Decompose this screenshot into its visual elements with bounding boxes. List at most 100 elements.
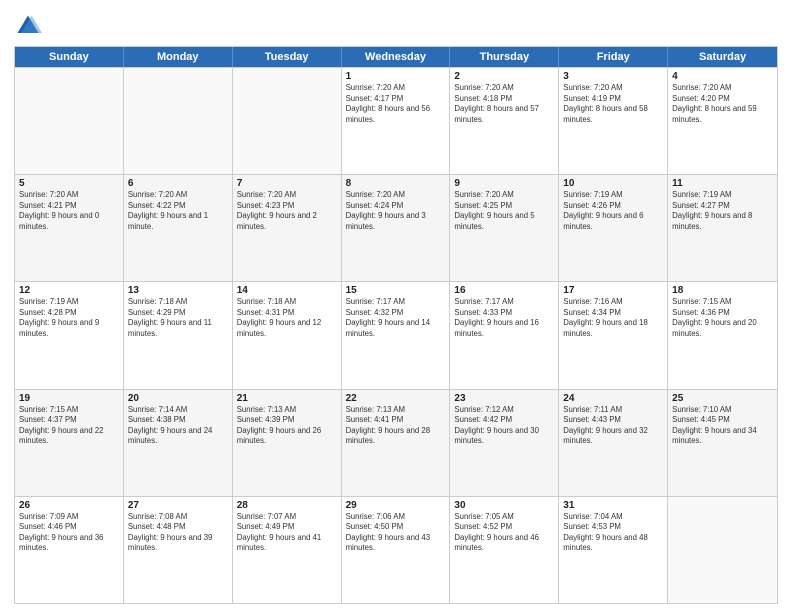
day-number: 30 — [454, 500, 554, 511]
day-header-sunday: Sunday — [15, 47, 124, 67]
day-header-saturday: Saturday — [668, 47, 777, 67]
cal-cell-day-1: 1Sunrise: 7:20 AM Sunset: 4:17 PM Daylig… — [342, 68, 451, 174]
cell-info: Sunrise: 7:19 AM Sunset: 4:26 PM Dayligh… — [563, 190, 663, 232]
cell-info: Sunrise: 7:14 AM Sunset: 4:38 PM Dayligh… — [128, 405, 228, 447]
cell-info: Sunrise: 7:20 AM Sunset: 4:20 PM Dayligh… — [672, 83, 773, 125]
day-header-monday: Monday — [124, 47, 233, 67]
cell-info: Sunrise: 7:13 AM Sunset: 4:39 PM Dayligh… — [237, 405, 337, 447]
day-number: 15 — [346, 285, 446, 296]
cal-cell-day-26: 26Sunrise: 7:09 AM Sunset: 4:46 PM Dayli… — [15, 497, 124, 603]
cell-info: Sunrise: 7:20 AM Sunset: 4:22 PM Dayligh… — [128, 190, 228, 232]
cell-info: Sunrise: 7:19 AM Sunset: 4:28 PM Dayligh… — [19, 297, 119, 339]
day-number: 25 — [672, 393, 773, 404]
cal-cell-day-25: 25Sunrise: 7:10 AM Sunset: 4:45 PM Dayli… — [668, 390, 777, 496]
cal-cell-empty — [233, 68, 342, 174]
cell-info: Sunrise: 7:20 AM Sunset: 4:17 PM Dayligh… — [346, 83, 446, 125]
cell-info: Sunrise: 7:04 AM Sunset: 4:53 PM Dayligh… — [563, 512, 663, 554]
logo-icon — [14, 12, 42, 40]
cal-cell-day-2: 2Sunrise: 7:20 AM Sunset: 4:18 PM Daylig… — [450, 68, 559, 174]
day-number: 21 — [237, 393, 337, 404]
page: SundayMondayTuesdayWednesdayThursdayFrid… — [0, 0, 792, 612]
cal-cell-day-18: 18Sunrise: 7:15 AM Sunset: 4:36 PM Dayli… — [668, 282, 777, 388]
cell-info: Sunrise: 7:20 AM Sunset: 4:24 PM Dayligh… — [346, 190, 446, 232]
calendar: SundayMondayTuesdayWednesdayThursdayFrid… — [14, 46, 778, 604]
cal-cell-day-24: 24Sunrise: 7:11 AM Sunset: 4:43 PM Dayli… — [559, 390, 668, 496]
day-number: 9 — [454, 178, 554, 189]
cal-cell-day-31: 31Sunrise: 7:04 AM Sunset: 4:53 PM Dayli… — [559, 497, 668, 603]
day-number: 18 — [672, 285, 773, 296]
cal-cell-day-30: 30Sunrise: 7:05 AM Sunset: 4:52 PM Dayli… — [450, 497, 559, 603]
cell-info: Sunrise: 7:18 AM Sunset: 4:31 PM Dayligh… — [237, 297, 337, 339]
cal-cell-day-8: 8Sunrise: 7:20 AM Sunset: 4:24 PM Daylig… — [342, 175, 451, 281]
cal-cell-day-11: 11Sunrise: 7:19 AM Sunset: 4:27 PM Dayli… — [668, 175, 777, 281]
day-number: 11 — [672, 178, 773, 189]
calendar-row-3: 12Sunrise: 7:19 AM Sunset: 4:28 PM Dayli… — [15, 281, 777, 388]
day-number: 14 — [237, 285, 337, 296]
day-number: 17 — [563, 285, 663, 296]
day-number: 31 — [563, 500, 663, 511]
cal-cell-day-6: 6Sunrise: 7:20 AM Sunset: 4:22 PM Daylig… — [124, 175, 233, 281]
cal-cell-day-15: 15Sunrise: 7:17 AM Sunset: 4:32 PM Dayli… — [342, 282, 451, 388]
day-header-tuesday: Tuesday — [233, 47, 342, 67]
day-number: 29 — [346, 500, 446, 511]
cell-info: Sunrise: 7:08 AM Sunset: 4:48 PM Dayligh… — [128, 512, 228, 554]
cal-cell-day-17: 17Sunrise: 7:16 AM Sunset: 4:34 PM Dayli… — [559, 282, 668, 388]
cell-info: Sunrise: 7:18 AM Sunset: 4:29 PM Dayligh… — [128, 297, 228, 339]
day-number: 2 — [454, 71, 554, 82]
cal-cell-day-16: 16Sunrise: 7:17 AM Sunset: 4:33 PM Dayli… — [450, 282, 559, 388]
cal-cell-day-9: 9Sunrise: 7:20 AM Sunset: 4:25 PM Daylig… — [450, 175, 559, 281]
day-number: 4 — [672, 71, 773, 82]
cell-info: Sunrise: 7:17 AM Sunset: 4:32 PM Dayligh… — [346, 297, 446, 339]
cell-info: Sunrise: 7:20 AM Sunset: 4:18 PM Dayligh… — [454, 83, 554, 125]
cal-cell-day-3: 3Sunrise: 7:20 AM Sunset: 4:19 PM Daylig… — [559, 68, 668, 174]
day-number: 10 — [563, 178, 663, 189]
day-number: 3 — [563, 71, 663, 82]
day-number: 23 — [454, 393, 554, 404]
cell-info: Sunrise: 7:13 AM Sunset: 4:41 PM Dayligh… — [346, 405, 446, 447]
day-number: 5 — [19, 178, 119, 189]
cal-cell-day-10: 10Sunrise: 7:19 AM Sunset: 4:26 PM Dayli… — [559, 175, 668, 281]
cal-cell-day-12: 12Sunrise: 7:19 AM Sunset: 4:28 PM Dayli… — [15, 282, 124, 388]
calendar-row-5: 26Sunrise: 7:09 AM Sunset: 4:46 PM Dayli… — [15, 496, 777, 603]
day-number: 6 — [128, 178, 228, 189]
day-header-thursday: Thursday — [450, 47, 559, 67]
cal-cell-day-19: 19Sunrise: 7:15 AM Sunset: 4:37 PM Dayli… — [15, 390, 124, 496]
cal-cell-empty — [124, 68, 233, 174]
cell-info: Sunrise: 7:05 AM Sunset: 4:52 PM Dayligh… — [454, 512, 554, 554]
day-number: 22 — [346, 393, 446, 404]
day-number: 28 — [237, 500, 337, 511]
cal-cell-day-13: 13Sunrise: 7:18 AM Sunset: 4:29 PM Dayli… — [124, 282, 233, 388]
cell-info: Sunrise: 7:20 AM Sunset: 4:21 PM Dayligh… — [19, 190, 119, 232]
calendar-body: 1Sunrise: 7:20 AM Sunset: 4:17 PM Daylig… — [15, 67, 777, 603]
cell-info: Sunrise: 7:06 AM Sunset: 4:50 PM Dayligh… — [346, 512, 446, 554]
cell-info: Sunrise: 7:15 AM Sunset: 4:36 PM Dayligh… — [672, 297, 773, 339]
cal-cell-day-21: 21Sunrise: 7:13 AM Sunset: 4:39 PM Dayli… — [233, 390, 342, 496]
cell-info: Sunrise: 7:11 AM Sunset: 4:43 PM Dayligh… — [563, 405, 663, 447]
day-number: 1 — [346, 71, 446, 82]
logo — [14, 12, 46, 40]
cal-cell-day-14: 14Sunrise: 7:18 AM Sunset: 4:31 PM Dayli… — [233, 282, 342, 388]
cal-cell-day-28: 28Sunrise: 7:07 AM Sunset: 4:49 PM Dayli… — [233, 497, 342, 603]
cell-info: Sunrise: 7:12 AM Sunset: 4:42 PM Dayligh… — [454, 405, 554, 447]
cal-cell-day-23: 23Sunrise: 7:12 AM Sunset: 4:42 PM Dayli… — [450, 390, 559, 496]
cell-info: Sunrise: 7:20 AM Sunset: 4:19 PM Dayligh… — [563, 83, 663, 125]
day-header-wednesday: Wednesday — [342, 47, 451, 67]
day-number: 13 — [128, 285, 228, 296]
cell-info: Sunrise: 7:10 AM Sunset: 4:45 PM Dayligh… — [672, 405, 773, 447]
day-number: 7 — [237, 178, 337, 189]
day-number: 26 — [19, 500, 119, 511]
cal-cell-day-20: 20Sunrise: 7:14 AM Sunset: 4:38 PM Dayli… — [124, 390, 233, 496]
cal-cell-day-29: 29Sunrise: 7:06 AM Sunset: 4:50 PM Dayli… — [342, 497, 451, 603]
calendar-header: SundayMondayTuesdayWednesdayThursdayFrid… — [15, 47, 777, 67]
day-number: 8 — [346, 178, 446, 189]
cal-cell-empty — [15, 68, 124, 174]
cell-info: Sunrise: 7:19 AM Sunset: 4:27 PM Dayligh… — [672, 190, 773, 232]
cell-info: Sunrise: 7:20 AM Sunset: 4:25 PM Dayligh… — [454, 190, 554, 232]
cell-info: Sunrise: 7:16 AM Sunset: 4:34 PM Dayligh… — [563, 297, 663, 339]
cal-cell-day-4: 4Sunrise: 7:20 AM Sunset: 4:20 PM Daylig… — [668, 68, 777, 174]
day-number: 27 — [128, 500, 228, 511]
day-number: 20 — [128, 393, 228, 404]
cal-cell-empty — [668, 497, 777, 603]
cell-info: Sunrise: 7:17 AM Sunset: 4:33 PM Dayligh… — [454, 297, 554, 339]
day-number: 12 — [19, 285, 119, 296]
